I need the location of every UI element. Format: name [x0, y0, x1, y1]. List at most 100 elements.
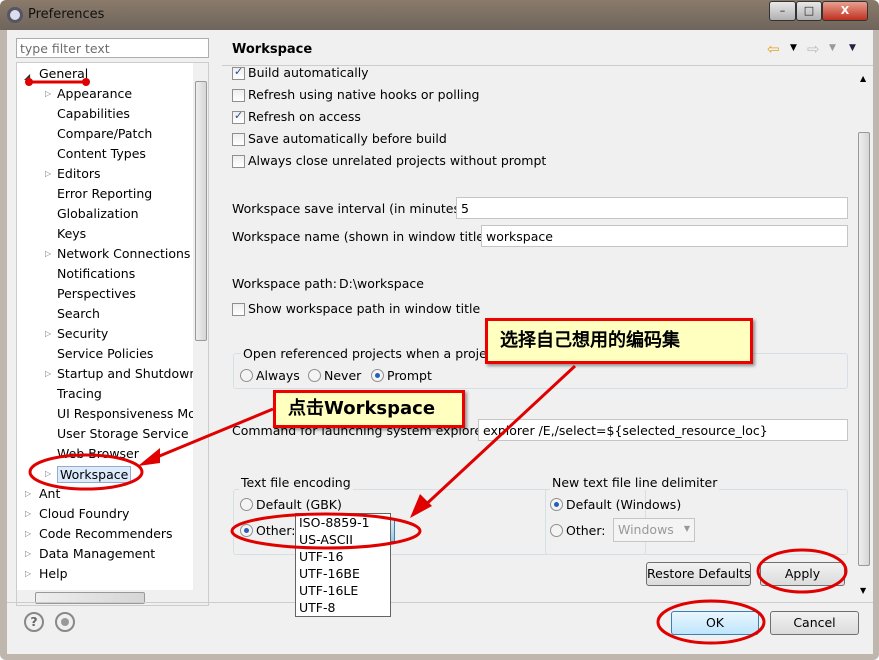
tree-item-web-browser[interactable]: Web Browser — [57, 446, 139, 461]
checkbox-label[interactable]: Save automatically before build — [248, 131, 447, 146]
encoding-option[interactable]: UTF-16 — [296, 548, 390, 565]
checkbox[interactable] — [232, 155, 245, 168]
tree-item-tracing[interactable]: Tracing — [57, 386, 102, 401]
tree-item-error-reporting[interactable]: Error Reporting — [57, 186, 152, 201]
restore-defaults-button[interactable]: Restore Defaults — [646, 562, 751, 586]
tree-scrollbar[interactable] — [193, 63, 208, 590]
tree-item-help[interactable]: Help — [39, 566, 68, 581]
panel-scrollbar[interactable]: ▲ ▼ — [857, 74, 871, 598]
close-button[interactable]: X — [822, 1, 868, 21]
expand-arrow-icon[interactable]: ▷ — [45, 169, 51, 178]
radio-label[interactable]: Always — [256, 368, 300, 383]
tree-item-code-recommenders[interactable]: Code Recommenders — [39, 526, 173, 541]
radio[interactable] — [371, 369, 384, 382]
tree-item-content-types[interactable]: Content Types — [57, 146, 146, 161]
delimiter-default-label[interactable]: Default (Windows) — [566, 497, 681, 512]
checkbox[interactable] — [232, 109, 245, 124]
tree-item-compare-patch[interactable]: Compare/Patch — [57, 126, 152, 141]
tree-item-editors[interactable]: Editors — [57, 166, 101, 181]
checkbox-label[interactable]: Refresh using native hooks or polling — [248, 87, 480, 102]
scrollbar-thumb[interactable] — [195, 81, 207, 341]
back-arrow-icon[interactable]: ⇦ — [767, 40, 780, 58]
command-input[interactable]: explorer /E,/select=${selected_resource_… — [478, 419, 848, 441]
delimiter-other-label[interactable]: Other: — [566, 523, 605, 538]
tree-item-appearance[interactable]: Appearance — [57, 86, 132, 101]
radio-label[interactable]: Never — [324, 368, 361, 383]
save-interval-input[interactable]: 5 — [456, 197, 848, 219]
radio[interactable] — [240, 369, 253, 382]
radio[interactable] — [240, 498, 253, 511]
encoding-option[interactable]: ISO-8859-1 — [296, 514, 390, 531]
tree-item-capabilities[interactable]: Capabilities — [57, 106, 130, 121]
view-menu-icon[interactable]: ▼ — [849, 43, 856, 53]
radio[interactable] — [308, 369, 321, 382]
back-menu-icon[interactable]: ▼ — [790, 43, 797, 53]
encoding-option[interactable]: UTF-16BE — [296, 565, 390, 582]
expand-arrow-icon[interactable]: ▷ — [25, 569, 31, 578]
encoding-other-label[interactable]: Other: — [256, 523, 295, 538]
maximize-button[interactable]: □ — [796, 1, 822, 21]
expand-arrow-icon[interactable]: ▷ — [25, 529, 31, 538]
tree-item-cloud-foundry[interactable]: Cloud Foundry — [39, 506, 129, 521]
help-icon[interactable]: ? — [24, 612, 44, 632]
expand-arrow-icon[interactable]: ▷ — [25, 509, 31, 518]
tree-item-keys[interactable]: Keys — [57, 226, 86, 241]
encoding-default-label[interactable]: Default (GBK) — [256, 497, 342, 512]
radio[interactable] — [240, 524, 253, 537]
delimiter-combo-value[interactable]: Windows — [618, 522, 674, 537]
expand-arrow-icon[interactable]: ▷ — [45, 249, 51, 258]
expand-arrow-icon[interactable]: ▷ — [45, 329, 51, 338]
tree-item-data-management[interactable]: Data Management — [39, 546, 155, 561]
open-ref-label: Open referenced projects when a project — [241, 346, 501, 361]
delimiter-combo[interactable]: Windows ▼ — [613, 518, 695, 542]
tree-item-security[interactable]: Security — [57, 326, 108, 341]
import-export-icon[interactable] — [55, 612, 75, 632]
expand-arrow-icon[interactable]: ▷ — [45, 369, 51, 378]
checkbox[interactable] — [232, 89, 245, 102]
encoding-label: Text file encoding — [239, 475, 353, 490]
expanded-arrow-icon[interactable]: ◢ — [24, 72, 30, 81]
forward-arrow-icon[interactable]: ⇨ — [807, 40, 820, 58]
checkbox[interactable] — [232, 133, 245, 146]
ok-button[interactable]: OK — [671, 611, 759, 635]
checkbox-label[interactable]: Always close unrelated projects without … — [248, 153, 546, 168]
apply-button[interactable]: Apply — [760, 562, 845, 586]
tree-hscrollbar[interactable] — [17, 590, 208, 605]
tree-item-ant[interactable]: Ant — [39, 486, 60, 501]
encoding-option[interactable]: UTF-16LE — [296, 582, 390, 599]
tree-item-user-storage-service[interactable]: User Storage Service — [57, 426, 189, 441]
expand-arrow-icon[interactable]: ▷ — [45, 469, 51, 478]
tree-item-ui-responsiveness-mo[interactable]: UI Responsiveness Mo — [57, 406, 196, 421]
expand-arrow-icon[interactable]: ▷ — [45, 89, 51, 98]
radio-label[interactable]: Prompt — [387, 368, 432, 383]
tree-item-service-policies[interactable]: Service Policies — [57, 346, 153, 361]
minimize-button[interactable]: – — [769, 1, 796, 21]
tree-item-search[interactable]: Search — [57, 306, 100, 321]
checkbox-label[interactable]: Build automatically — [248, 66, 369, 80]
filter-input[interactable]: type filter text — [16, 38, 209, 58]
tree-item-network-connections[interactable]: Network Connections — [57, 246, 190, 261]
tree-item-general[interactable]: General — [39, 66, 88, 81]
expand-arrow-icon[interactable]: ▷ — [25, 489, 31, 498]
tree-item-globalization[interactable]: Globalization — [57, 206, 139, 221]
preference-tree: ◢ General ▷ Appearance Capabilities Compare/P… — [16, 62, 209, 606]
radio[interactable] — [550, 524, 563, 537]
show-path-label[interactable]: Show workspace path in window title — [248, 301, 480, 316]
cancel-button[interactable]: Cancel — [770, 611, 859, 635]
workspace-name-input[interactable]: workspace — [481, 225, 848, 247]
forward-menu-icon[interactable]: ▼ — [829, 43, 836, 53]
tree-item-workspace[interactable]: Workspace — [57, 466, 132, 483]
checkbox[interactable] — [232, 66, 245, 80]
chevron-down-icon[interactable]: ▼ — [684, 524, 690, 533]
radio[interactable] — [550, 498, 563, 511]
tree-item-startup-and-shutdown[interactable]: Startup and Shutdown — [57, 366, 197, 381]
encoding-option[interactable]: US-ASCII — [296, 531, 390, 548]
checkbox[interactable] — [232, 303, 245, 316]
expand-arrow-icon[interactable]: ▷ — [25, 549, 31, 558]
annotation-callout-encoding: 选择自己想用的编码集 — [485, 318, 753, 364]
checkbox-label[interactable]: Refresh on access — [248, 109, 361, 124]
tree-item-notifications[interactable]: Notifications — [57, 266, 135, 281]
tree-item-perspectives[interactable]: Perspectives — [57, 286, 136, 301]
encoding-option[interactable]: UTF-8 — [296, 599, 390, 616]
window-title: Preferences — [28, 7, 105, 22]
